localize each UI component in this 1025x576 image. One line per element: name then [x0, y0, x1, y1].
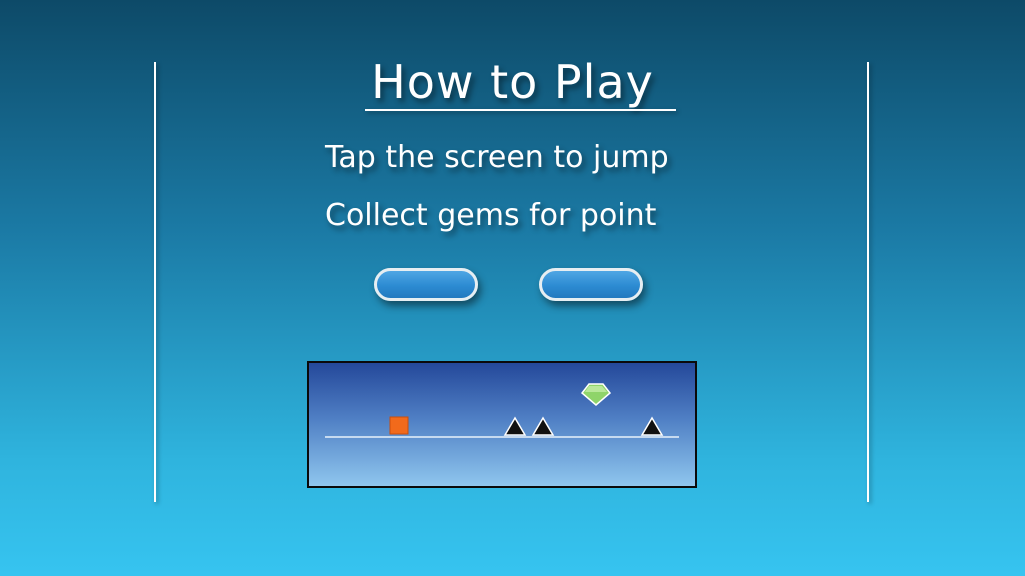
player-cube [389, 416, 409, 435]
spike-obstacle [503, 416, 527, 436]
left-pill-button[interactable] [374, 268, 478, 301]
instruction-gems: Collect gems for point [325, 198, 657, 233]
spike-obstacle [640, 416, 664, 436]
how-to-play-screen[interactable]: How to Play Tap the screen to jump Colle… [0, 0, 1025, 576]
title-underline [365, 109, 676, 111]
gameplay-preview [307, 361, 697, 488]
page-title: How to Play [371, 55, 654, 109]
right-pill-button[interactable] [539, 268, 643, 301]
right-divider [867, 62, 869, 502]
spike-obstacle [531, 416, 555, 436]
instruction-jump: Tap the screen to jump [325, 140, 669, 175]
left-divider [154, 62, 156, 502]
gameplay-preview-scene [325, 383, 679, 438]
